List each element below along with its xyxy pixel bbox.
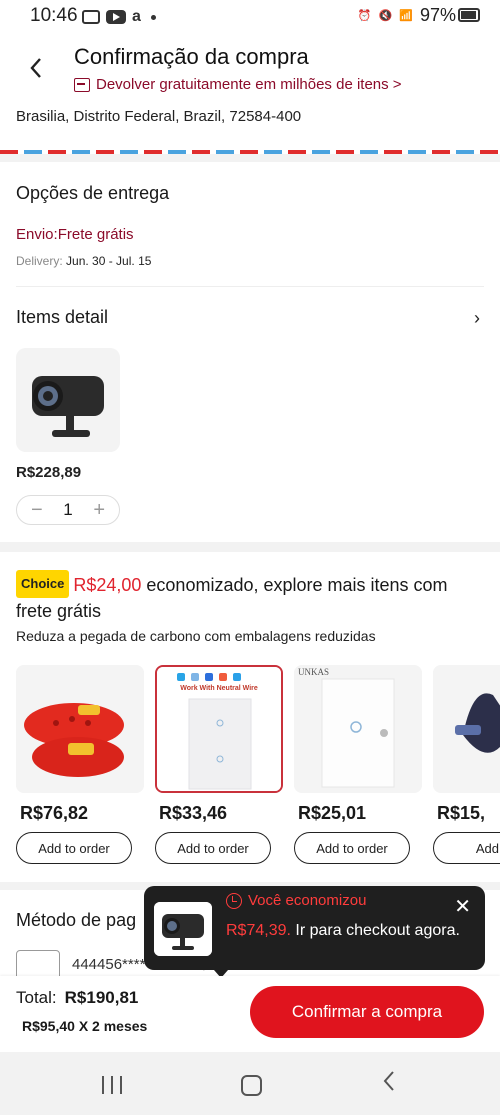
product-image[interactable] [16,348,120,452]
increase-button[interactable]: + [93,499,105,522]
quantity-stepper: − 1 + [16,495,120,525]
toast-message: R$74,39. Ir para checkout agora. [226,922,460,939]
car-charger-image [433,665,500,793]
youtube-icon [106,10,126,24]
recommendations-carousel[interactable]: R$76,82 Add to order Work With Neutral W… [16,665,500,870]
projector-image [154,902,212,956]
nav-back-button[interactable] [382,1070,396,1099]
status-bar: 10:46 a ⏰ 🔇 📶 97% [0,0,500,32]
decrease-button[interactable]: − [31,499,43,522]
image-caption: Work With Neutral Wire [180,685,258,692]
close-icon[interactable]: ✕ [454,894,471,919]
recommendation-card[interactable]: R$76,82 Add to order [16,665,144,864]
quantity-value: 1 [63,500,73,519]
shipping-address[interactable]: Brasilia, Distrito Federal, Brazil, 7258… [16,108,301,125]
items-title: Items detail [16,307,109,327]
payment-title: Método de pag [16,910,137,930]
recommendation-card[interactable]: R$15, Add t [433,665,500,864]
battery-icon [458,8,480,22]
choice-headline: Choice R$24,00 economizado, explore mais … [16,570,486,624]
recommendation-image[interactable]: UNKAS [294,665,422,793]
recommendation-image[interactable]: Work With Neutral Wire [155,665,283,793]
system-nav-bar [0,1052,500,1115]
add-to-order-button[interactable]: Add to order [294,832,410,864]
installment-text: R$95,40 X 2 meses [22,1018,148,1034]
return-icon [74,77,90,92]
recommendation-card[interactable]: UNKAS R$25,01 Add to order [294,665,422,864]
recommendation-price: R$15, [437,803,486,823]
recommendation-price: R$25,01 [298,803,367,823]
confirm-purchase-button[interactable]: Confirmar a compra [250,986,484,1038]
choice-section: Choice R$24,00 economizado, explore mais … [0,552,500,882]
choice-subtitle: Reduza a pegada de carbono com embalagen… [16,628,376,644]
total-amount: R$190,81 [64,988,139,1007]
brand-label: UNKAS [298,667,330,677]
amazon-icon: a [132,8,141,25]
checkout-bar: Total: R$190,81 R$95,40 X 2 meses Confirm… [0,976,500,1052]
delivery-title: Opções de entrega [16,183,170,203]
more-notifications-icon [150,14,156,20]
total-line: Total: R$190,81 [16,988,139,1007]
chevron-right-icon[interactable]: › [474,308,480,329]
delivery-section: Opções de entrega Envio:Frete grátis Del… [0,162,500,288]
clock-icon [226,892,242,909]
battery-percent: 97% [419,5,456,25]
add-to-order-button[interactable]: Add t [433,832,500,864]
back-arrow-icon [383,1071,394,1091]
header: Confirmação da compra Devolver gratuitam… [0,32,500,152]
alarm-icon: ⏰ [357,10,372,22]
airmail-divider [0,150,500,154]
add-to-order-button[interactable]: Add to order [16,832,132,864]
recommendation-price: R$76,82 [20,803,89,823]
chevron-left-icon [30,58,41,78]
shipping-method[interactable]: Envio:Frete grátis [16,226,134,243]
recommendation-price: R$33,46 [159,803,228,823]
notification-icon [82,10,100,24]
toast-title: Você economizou [226,892,366,909]
home-button[interactable] [241,1075,262,1096]
mute-icon: 🔇 [378,10,393,22]
delivery-date: Delivery: Jun. 30 - Jul. 15 [16,254,152,268]
recommendation-image[interactable] [433,665,500,793]
items-section: Items detail › R$228,89 − 1 + [0,288,500,542]
wall-switch-image [294,665,422,793]
choice-badge: Choice [16,570,70,598]
status-time: 10:46 [30,5,78,26]
free-return-text: Devolver gratuitamente em milhões de ite… [96,76,402,93]
free-return-link[interactable]: Devolver gratuitamente em milhões de ite… [74,76,402,93]
recommendation-image[interactable] [16,665,144,793]
savings-toast[interactable]: Você economizou R$74,39. Ir para checkou… [144,886,485,970]
product-price: R$228,89 [16,464,82,481]
wifi-icon: 📶 [399,10,413,22]
divider [16,286,484,287]
recents-button[interactable] [102,1076,122,1094]
recommendation-card[interactable]: Work With Neutral Wire R$33,46 Add to or… [155,665,283,864]
saved-amount: R$24,00 [73,575,142,595]
clogs-image [16,665,144,793]
add-to-order-button[interactable]: Add to order [155,832,271,864]
toast-product-image [154,902,212,956]
back-button[interactable] [24,54,48,82]
page-title: Confirmação da compra [74,44,309,69]
projector-image [16,348,120,452]
